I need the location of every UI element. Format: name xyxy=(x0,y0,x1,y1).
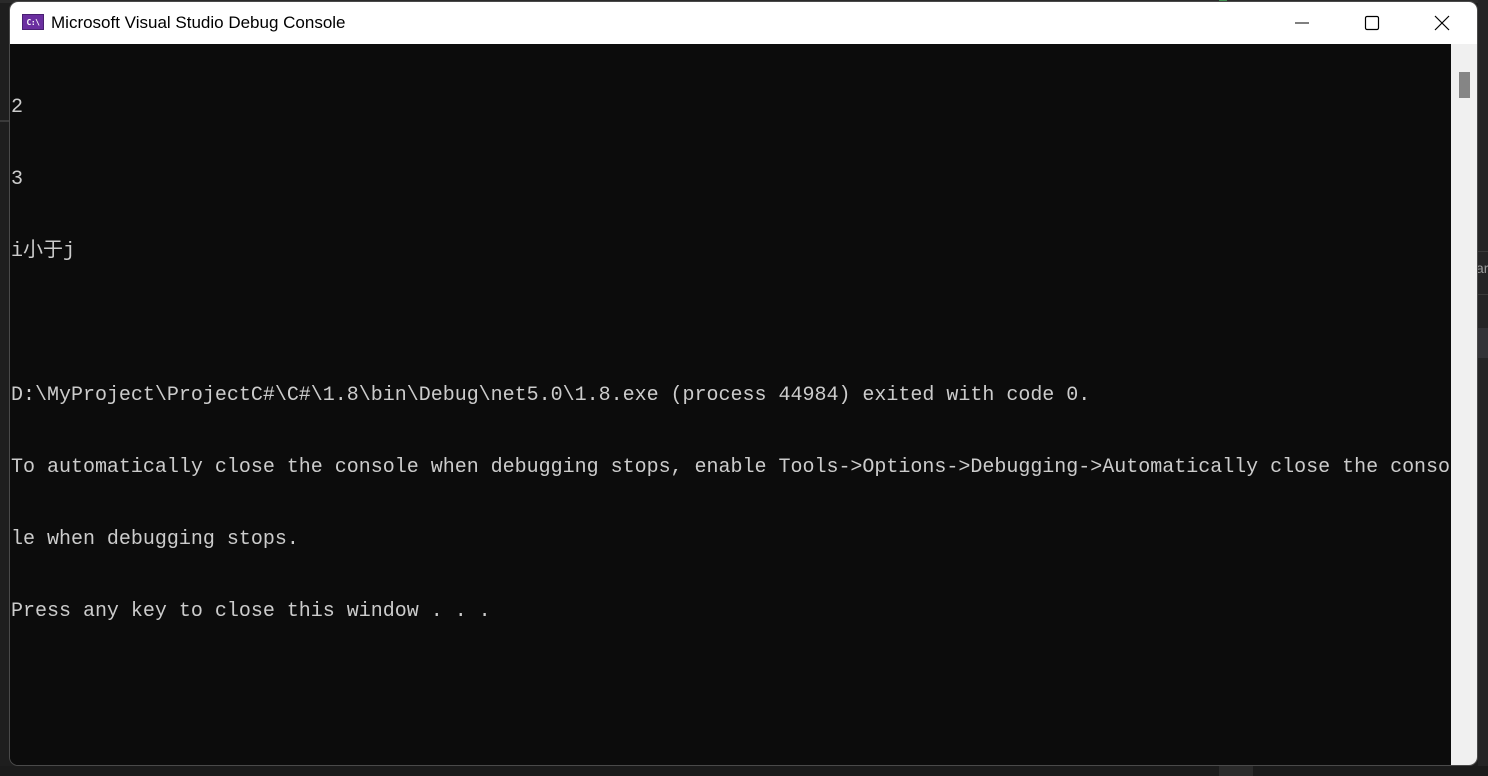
console-app-icon: C:\ xyxy=(22,14,44,30)
press-any-key-prompt: Press any key to close this window . . . xyxy=(11,600,491,623)
minimize-icon xyxy=(1295,22,1309,24)
background-ide-panel xyxy=(1478,0,1488,776)
background-partial-text: ar xyxy=(1476,260,1488,276)
background-divider xyxy=(1478,251,1488,252)
title-bar[interactable]: C:\ Microsoft Visual Studio Debug Consol… xyxy=(10,2,1477,44)
close-icon xyxy=(1434,15,1450,31)
maximize-button[interactable] xyxy=(1337,2,1407,44)
auto-close-hint-continued: le when debugging stops. xyxy=(11,528,299,551)
background-bottom-segment xyxy=(1219,766,1253,776)
auto-close-hint: To automatically close the console when … xyxy=(11,456,1451,479)
window-title: Microsoft Visual Studio Debug Console xyxy=(51,13,346,32)
console-line: i小于j xyxy=(11,240,75,263)
debug-console-window: C:\ Microsoft Visual Studio Debug Consol… xyxy=(10,2,1477,765)
background-divider xyxy=(1478,294,1488,295)
background-panel-block xyxy=(1478,328,1488,358)
close-button[interactable] xyxy=(1407,2,1477,44)
console-output[interactable]: 2 3 i小于j D:\MyProject\ProjectC#\C#\1.8\b… xyxy=(10,44,1451,765)
console-line: 2 xyxy=(11,96,23,119)
vertical-scrollbar[interactable] xyxy=(1451,44,1477,765)
process-exit-message: D:\MyProject\ProjectC#\C#\1.8\bin\Debug\… xyxy=(11,384,1091,407)
background-bottom-bar xyxy=(0,766,1488,776)
scrollbar-thumb[interactable] xyxy=(1459,72,1470,98)
background-divider xyxy=(0,120,9,122)
console-line: 3 xyxy=(11,168,23,191)
minimize-button[interactable] xyxy=(1267,2,1337,44)
maximize-icon xyxy=(1364,15,1380,31)
